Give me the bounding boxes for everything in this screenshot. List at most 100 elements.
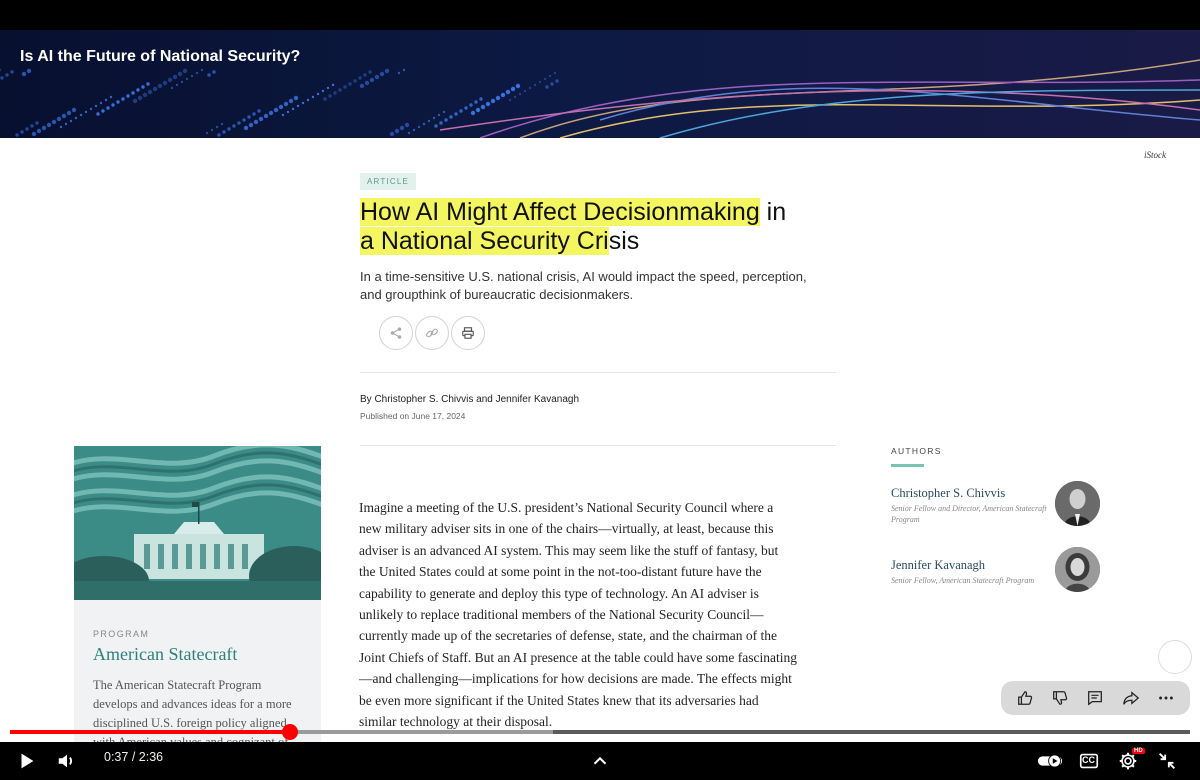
progress-scrubber[interactable]: [281, 724, 298, 740]
banner-dot: [545, 85, 549, 89]
authors-underline: [891, 464, 924, 467]
thumbs-down-icon: [1053, 691, 1068, 705]
banner-dot: [427, 119, 431, 123]
banner-dot: [444, 118, 448, 122]
headline-highlight: How AI Might Affect Decisionmaking: [360, 198, 760, 226]
more-actions-button[interactable]: [1153, 685, 1179, 711]
banner-dot: [217, 133, 221, 137]
scroll-button[interactable]: [1158, 640, 1192, 674]
banner-dot: [237, 121, 241, 125]
article-byline: By Christopher S. Chivvis and Jennifer K…: [360, 394, 580, 405]
dislike-button[interactable]: [1047, 685, 1073, 711]
volume-button[interactable]: [53, 747, 81, 775]
banner-dot: [126, 94, 130, 98]
banner-dot: [96, 112, 100, 116]
banner-graphic: [0, 30, 1200, 138]
avatar-kavanagh[interactable]: [1055, 547, 1100, 592]
banner-dot: [490, 98, 496, 104]
banner-dot: [402, 68, 406, 72]
author-name-kavanagh[interactable]: Jennifer Kavanagh: [891, 558, 985, 573]
banner-dot: [185, 77, 189, 81]
banner-dot: [523, 89, 527, 93]
banner-dot: [513, 95, 517, 99]
play-button[interactable]: [13, 747, 41, 775]
divider: [360, 445, 836, 446]
banner-dot: [89, 107, 93, 111]
banner-dot: [147, 89, 153, 95]
banner-dot: [26, 68, 32, 74]
banner-dot: [505, 89, 511, 95]
exit-fullscreen-button[interactable]: [1153, 747, 1181, 775]
banner-dot: [172, 74, 178, 80]
autoplay-toggle[interactable]: [1036, 747, 1064, 775]
author-name-chivvis[interactable]: Christopher S. Chivvis: [891, 486, 1005, 501]
banner-dot: [253, 119, 259, 125]
comment-button[interactable]: [1082, 685, 1108, 711]
settings-button[interactable]: HD: [1114, 747, 1145, 775]
banner-dot: [137, 95, 143, 101]
print-button[interactable]: [451, 316, 485, 350]
banner-dot: [0, 76, 4, 80]
banner-dot: [195, 71, 199, 75]
banner-dot: [116, 100, 120, 104]
banner-dot: [25, 127, 29, 131]
banner-dot: [515, 83, 521, 89]
banner-dot: [59, 125, 63, 129]
banner-dot: [353, 79, 357, 83]
top-black-bar: [0, 0, 1200, 30]
banner-dot: [442, 110, 446, 114]
banner-dot: [101, 109, 105, 113]
banner-dot: [480, 104, 486, 110]
share-button[interactable]: [379, 316, 413, 350]
banner-dot: [109, 95, 113, 99]
body-line: capability to generate and deploy this t…: [359, 585, 759, 601]
banner-dot: [51, 119, 57, 125]
headline-text: sis: [608, 227, 640, 255]
banner-dot: [146, 82, 150, 86]
program-title[interactable]: American Statecraft: [93, 644, 237, 665]
video-frame[interactable]: Is AI the Future of National Security? i…: [0, 30, 1200, 742]
banner-dot: [528, 86, 532, 90]
banner-dot: [510, 86, 516, 92]
headline-text: in: [759, 198, 787, 226]
banner-dot: [474, 100, 478, 104]
time-current: 0:37: [104, 750, 129, 764]
expand-chapters-button[interactable]: [586, 747, 614, 775]
banner-dot: [106, 106, 110, 110]
banner-dot: [550, 82, 554, 86]
banner-dot: [215, 125, 219, 129]
captions-button[interactable]: CC: [1075, 747, 1103, 775]
image-credit: iStock: [1144, 150, 1166, 160]
white-house-image: [74, 446, 321, 600]
banner-dot: [363, 73, 367, 77]
program-card[interactable]: PROGRAM American Statecraft The American…: [74, 446, 321, 742]
banner-dot: [296, 104, 300, 108]
banner-dot: [111, 103, 115, 107]
share-video-button[interactable]: [1118, 685, 1144, 711]
authors-heading: AUTHORS: [891, 446, 942, 456]
like-button[interactable]: [1012, 685, 1038, 711]
banner-dot: [379, 71, 385, 77]
banner-dot: [459, 109, 463, 113]
avatar-chivvis[interactable]: [1055, 481, 1100, 526]
banner-dot: [21, 71, 27, 77]
banner-dot: [175, 83, 179, 87]
banner-dot: [553, 71, 557, 75]
banner-dot: [389, 131, 395, 137]
banner-dot: [273, 107, 279, 113]
banner-dot: [321, 89, 325, 93]
banner-dot: [306, 98, 310, 102]
progress-bar[interactable]: [10, 724, 1190, 740]
banner-dot: [434, 124, 438, 128]
banner-dot: [518, 92, 522, 96]
copy-link-button[interactable]: [415, 316, 449, 350]
banner-dot: [404, 122, 410, 128]
body-line: Imagine a meeting of the U.S. president’…: [359, 500, 774, 515]
banner-dot: [399, 125, 405, 131]
banner-dot: [242, 118, 246, 122]
article-body: Imagine a meeting of the U.S. president’…: [359, 497, 839, 732]
banner-dot: [348, 82, 352, 86]
banner-dot: [46, 122, 52, 128]
banner-dot: [364, 80, 370, 86]
banner-dot: [479, 97, 483, 101]
